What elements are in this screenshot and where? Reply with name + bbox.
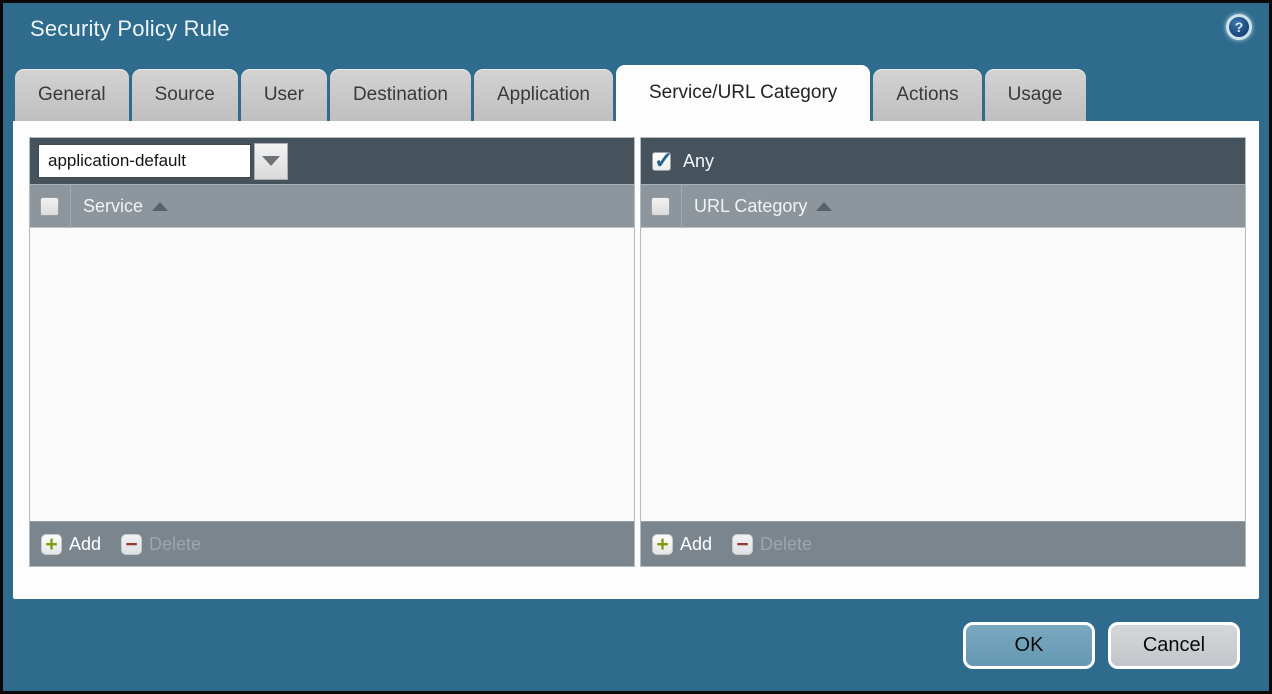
tab-user[interactable]: User — [241, 69, 327, 121]
tab-source[interactable]: Source — [132, 69, 238, 121]
url-category-panel: Any URL Category + Add − Delete — [640, 137, 1246, 567]
delete-url-category-label: Delete — [760, 534, 812, 555]
minus-icon: − — [121, 534, 142, 555]
add-url-category-label: Add — [680, 534, 712, 555]
tab-general[interactable]: General — [15, 69, 129, 121]
sort-ascending-icon — [816, 202, 832, 211]
tab-bar: General Source User Destination Applicat… — [15, 65, 1257, 121]
any-label: Any — [683, 151, 714, 172]
tab-destination[interactable]: Destination — [330, 69, 471, 121]
column-divider — [70, 184, 71, 228]
service-column-label: Service — [83, 196, 143, 217]
service-type-dropdown-button[interactable] — [254, 143, 288, 180]
url-category-list — [641, 228, 1245, 521]
any-checkbox[interactable] — [652, 152, 671, 171]
plus-icon: + — [652, 534, 673, 555]
tab-usage[interactable]: Usage — [985, 69, 1086, 121]
dialog-action-buttons: OK Cancel — [963, 622, 1240, 669]
dialog-title: Security Policy Rule — [30, 16, 230, 42]
url-category-column-header-row: URL Category — [641, 184, 1245, 228]
service-column-header-row: Service — [30, 184, 634, 228]
column-divider — [681, 184, 682, 228]
service-panel-header: application-default — [30, 138, 634, 184]
service-column-sort-header[interactable]: Service — [83, 196, 168, 217]
service-list — [30, 228, 634, 521]
url-category-column-sort-header[interactable]: URL Category — [694, 196, 832, 217]
delete-service-label: Delete — [149, 534, 201, 555]
add-service-button[interactable]: + Add — [41, 534, 101, 555]
tab-service-url-category[interactable]: Service/URL Category — [616, 65, 870, 121]
ok-button[interactable]: OK — [963, 622, 1095, 669]
service-panel-footer: + Add − Delete — [30, 521, 634, 566]
question-mark-icon: ? — [1235, 20, 1244, 34]
add-service-label: Add — [69, 534, 101, 555]
select-all-services-checkbox[interactable] — [40, 197, 59, 216]
chevron-down-icon — [262, 156, 280, 166]
tab-actions[interactable]: Actions — [873, 69, 981, 121]
url-category-panel-footer: + Add − Delete — [641, 521, 1245, 566]
sort-ascending-icon — [152, 202, 168, 211]
plus-icon: + — [41, 534, 62, 555]
help-button[interactable]: ? — [1226, 14, 1252, 40]
security-policy-rule-dialog: Security Policy Rule ? General Source Us… — [0, 0, 1272, 694]
service-panel: application-default Service + Add — [29, 137, 635, 567]
delete-service-button[interactable]: − Delete — [121, 534, 201, 555]
minus-icon: − — [732, 534, 753, 555]
url-category-column-label: URL Category — [694, 196, 807, 217]
service-type-dropdown-value[interactable]: application-default — [38, 144, 251, 178]
cancel-button[interactable]: Cancel — [1108, 622, 1240, 669]
add-url-category-button[interactable]: + Add — [652, 534, 712, 555]
delete-url-category-button[interactable]: − Delete — [732, 534, 812, 555]
any-url-category-toggle[interactable]: Any — [652, 151, 714, 172]
tab-application[interactable]: Application — [474, 69, 613, 121]
select-all-url-categories-checkbox[interactable] — [651, 197, 670, 216]
tab-content-panel: application-default Service + Add — [13, 121, 1259, 599]
service-type-dropdown: application-default — [38, 143, 288, 180]
url-category-panel-header: Any — [641, 138, 1245, 184]
